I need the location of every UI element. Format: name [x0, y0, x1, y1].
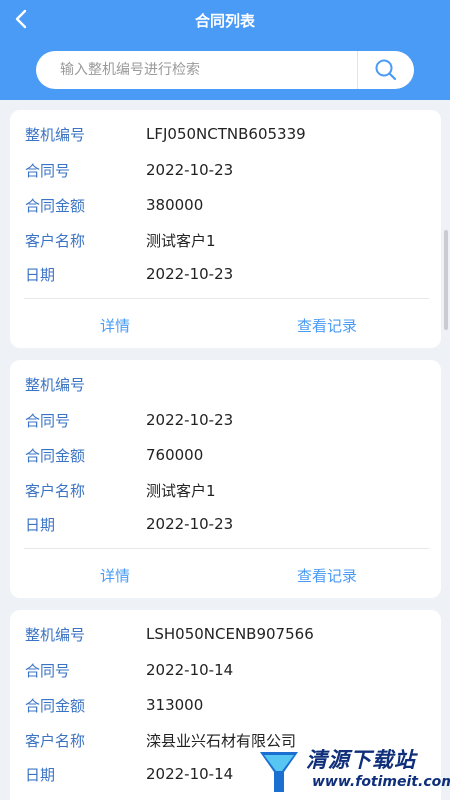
field-row: 合同金额 760000 — [25, 440, 203, 470]
field-row: 整机编号 LSH050NCENB907566 — [25, 619, 314, 649]
field-value: 2022-10-14 — [146, 661, 234, 679]
field-value: 测试客户1 — [146, 481, 216, 500]
field-label: 客户名称 — [25, 481, 86, 500]
field-row: 客户名称 测试客户1 — [25, 475, 216, 505]
contract-card: 整机编号 LFJ050NCTNB605339 合同号 2022-10-23 合同… — [10, 110, 441, 348]
search-icon — [375, 59, 397, 81]
watermark-logo-icon — [260, 752, 298, 792]
field-label: 整机编号 — [25, 375, 86, 394]
field-row: 日期 2022-10-14 — [25, 759, 233, 789]
field-label: 客户名称 — [25, 731, 86, 750]
field-label: 日期 — [25, 265, 56, 284]
field-value: 2022-10-23 — [146, 265, 234, 283]
field-row: 合同号 2022-10-14 — [25, 655, 233, 685]
field-row: 整机编号 — [25, 369, 146, 399]
detail-button[interactable]: 详情 — [100, 565, 130, 586]
card-divider — [24, 548, 429, 549]
field-value: 313000 — [146, 696, 204, 714]
chevron-left-icon — [15, 9, 27, 29]
field-value: 760000 — [146, 446, 204, 464]
view-records-button[interactable]: 查看记录 — [297, 315, 357, 336]
field-row: 合同金额 380000 — [25, 190, 203, 220]
field-row: 合同号 2022-10-23 — [25, 155, 233, 185]
field-value: 2022-10-14 — [146, 765, 234, 783]
view-records-button[interactable]: 查看记录 — [297, 565, 357, 586]
field-label: 合同号 — [25, 411, 71, 430]
search-input[interactable] — [36, 51, 357, 89]
field-label: 日期 — [25, 515, 56, 534]
field-value: LFJ050NCTNB605339 — [146, 125, 306, 143]
field-row: 整机编号 LFJ050NCTNB605339 — [25, 119, 306, 149]
header-bar: 合同列表 — [0, 0, 450, 100]
field-row: 合同号 2022-10-23 — [25, 405, 233, 435]
back-button[interactable] — [10, 8, 32, 30]
field-label: 客户名称 — [25, 231, 86, 250]
contract-card: 整机编号 合同号 2022-10-23 合同金额 760000 客户名称 测试客… — [10, 360, 441, 598]
watermark: 清源下载站 www.fotimeit.com — [254, 744, 450, 800]
search-button[interactable] — [358, 51, 414, 89]
field-row: 合同金额 313000 — [25, 690, 203, 720]
scrollbar[interactable] — [444, 230, 448, 330]
field-row: 日期 2022-10-23 — [25, 509, 233, 539]
detail-button[interactable]: 详情 — [100, 315, 130, 336]
watermark-title: 清源下载站 — [306, 748, 416, 772]
nav-bar: 合同列表 — [0, 0, 450, 40]
field-label: 合同金额 — [25, 446, 86, 465]
card-actions: 详情 查看记录 — [10, 305, 441, 345]
card-actions: 详情 查看记录 — [10, 555, 441, 595]
page-title: 合同列表 — [194, 11, 255, 30]
field-label: 合同号 — [25, 161, 71, 180]
field-value: 2022-10-23 — [146, 411, 234, 429]
field-value: 380000 — [146, 196, 204, 214]
field-value: 2022-10-23 — [146, 515, 234, 533]
search-bar — [36, 51, 414, 89]
field-value: 测试客户1 — [146, 231, 216, 250]
field-row: 客户名称 测试客户1 — [25, 225, 216, 255]
contract-list: 整机编号 LFJ050NCTNB605339 合同号 2022-10-23 合同… — [0, 100, 450, 800]
search-box — [36, 51, 414, 89]
field-value: 2022-10-23 — [146, 161, 234, 179]
field-label: 合同金额 — [25, 696, 86, 715]
field-label: 合同金额 — [25, 196, 86, 215]
field-label: 合同号 — [25, 661, 71, 680]
watermark-url: www.fotimeit.com — [312, 774, 450, 790]
card-divider — [24, 298, 429, 299]
field-label: 日期 — [25, 765, 56, 784]
field-label: 整机编号 — [25, 125, 86, 144]
field-label: 整机编号 — [25, 625, 86, 644]
field-value: LSH050NCENB907566 — [146, 625, 314, 643]
field-row: 日期 2022-10-23 — [25, 259, 233, 289]
